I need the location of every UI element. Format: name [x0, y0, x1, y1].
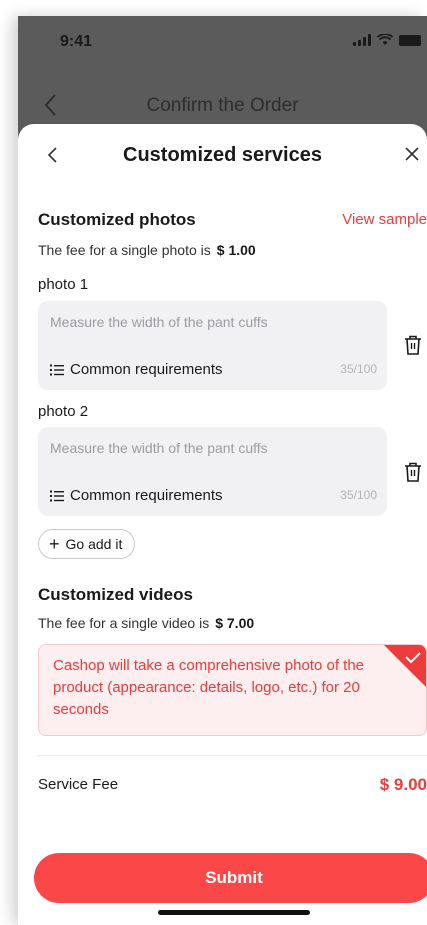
- photos-section-title: Customized photos: [38, 210, 196, 229]
- input-placeholder: Measure the width of the pant cuffs: [50, 314, 268, 330]
- list-icon: [50, 364, 64, 375]
- background-page-title: Confirm the Order: [146, 95, 299, 116]
- phone-screen: 9:41 Confirm the Order Customized servic…: [18, 16, 427, 925]
- go-add-it-label: Go add it: [65, 536, 123, 552]
- char-count: 35/100: [340, 488, 377, 502]
- common-requirements-button[interactable]: Common requirements: [50, 361, 223, 378]
- photo-fee-text: The fee for a single photo is: [38, 242, 211, 258]
- videos-section-title: Customized videos: [38, 585, 193, 604]
- home-indicator: [158, 910, 310, 915]
- service-fee-label: Service Fee: [38, 776, 119, 793]
- trash-icon[interactable]: [403, 461, 423, 483]
- video-description: Cashop will take a comprehensive photo o…: [53, 657, 365, 718]
- input-placeholder: Measure the width of the pant cuffs: [50, 440, 268, 456]
- close-icon[interactable]: [403, 145, 421, 163]
- customized-services-sheet: Customized services Customized photos Vi…: [18, 124, 427, 925]
- divider: [38, 755, 427, 756]
- photo-requirement-input[interactable]: Measure the width of the pant cuffs Comm…: [38, 427, 387, 516]
- photo-label: photo 1: [38, 276, 89, 293]
- sheet-header: Customized services: [18, 124, 427, 182]
- signal-icon: [353, 34, 371, 46]
- wifi-icon: [377, 34, 393, 45]
- video-option-card[interactable]: Cashop will take a comprehensive photo o…: [38, 644, 427, 736]
- sheet-title: Customized services: [123, 144, 322, 166]
- video-fee-text: The fee for a single video is: [38, 615, 210, 631]
- service-fee-value: $ 9.00: [379, 775, 427, 794]
- trash-icon[interactable]: [403, 334, 423, 356]
- view-sample-link[interactable]: View sample: [342, 211, 427, 228]
- status-icons: [353, 34, 421, 46]
- char-count: 35/100: [340, 362, 377, 376]
- video-fee-value: $ 7.00: [215, 615, 255, 631]
- list-icon: [50, 490, 64, 501]
- battery-icon: [399, 34, 421, 46]
- go-add-it-button[interactable]: + Go add it: [38, 529, 136, 559]
- checkmark-icon: [384, 645, 426, 687]
- photo-requirement-input[interactable]: Measure the width of the pant cuffs Comm…: [38, 301, 387, 390]
- submit-button[interactable]: Submit: [34, 853, 427, 903]
- video-fee-line: The fee for a single video is $ 7.00: [38, 615, 254, 631]
- common-requirements-button[interactable]: Common requirements: [50, 487, 223, 504]
- status-bar: 9:41: [18, 16, 427, 64]
- photo-label: photo 2: [38, 403, 89, 420]
- plus-icon: +: [49, 534, 60, 554]
- background-nav: Confirm the Order: [18, 86, 427, 126]
- status-time: 9:41: [60, 33, 93, 50]
- photo-fee-value: $ 1.00: [216, 242, 256, 258]
- common-requirements-label: Common requirements: [70, 361, 223, 378]
- common-requirements-label: Common requirements: [70, 487, 223, 504]
- photo-fee-line: The fee for a single photo is $ 1.00: [38, 242, 256, 258]
